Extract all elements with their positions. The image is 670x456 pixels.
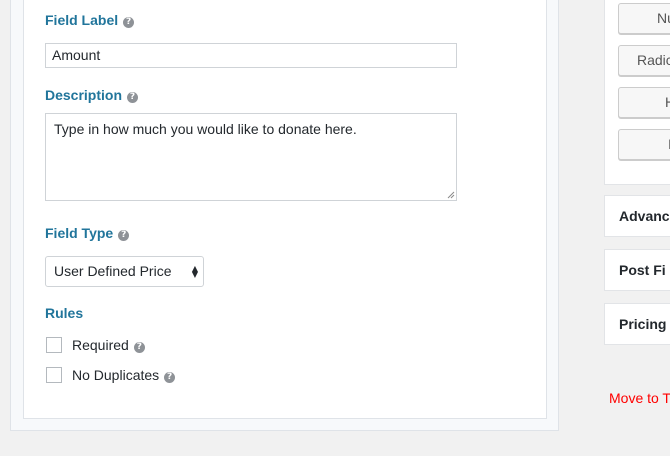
- description-textarea[interactable]: Type in how much you would like to donat…: [45, 113, 457, 201]
- help-icon[interactable]: ?: [123, 17, 135, 28]
- no-duplicates-option[interactable]: No Duplicates?: [72, 366, 176, 384]
- field-type-heading-text: Field Type: [45, 225, 114, 241]
- required-label: Required: [72, 337, 129, 353]
- rules-heading-text: Rules: [45, 305, 84, 321]
- field-type-selected: User Defined Price: [54, 263, 172, 279]
- field-type-select[interactable]: User Defined Price ▲ ▼: [45, 256, 204, 287]
- description-heading-text: Description: [45, 87, 123, 103]
- help-icon[interactable]: ?: [164, 372, 176, 383]
- no-duplicates-label: No Duplicates: [72, 367, 160, 383]
- description-text: Type in how much you would like to donat…: [54, 121, 357, 137]
- description-heading: Description?: [45, 86, 139, 104]
- pricing-fields-section[interactable]: Pricing: [604, 303, 670, 345]
- help-icon[interactable]: ?: [118, 230, 130, 241]
- post-fields-section[interactable]: Post Fi: [604, 249, 670, 291]
- move-to-trash-link[interactable]: Move to T: [609, 389, 670, 407]
- select-arrows-icon: ▲ ▼: [191, 264, 198, 279]
- rules-heading: Rules: [45, 304, 83, 322]
- field-label-heading: Field Label?: [45, 11, 135, 29]
- add-number-field-button[interactable]: Nu: [618, 3, 670, 34]
- advanced-fields-section[interactable]: Advanc: [604, 195, 670, 237]
- resize-grip-icon[interactable]: [447, 191, 455, 199]
- field-label-input[interactable]: Amount: [45, 43, 457, 68]
- add-image-field-button[interactable]: I: [618, 129, 670, 160]
- help-icon[interactable]: ?: [127, 92, 139, 103]
- field-type-heading: Field Type?: [45, 224, 130, 242]
- no-duplicates-checkbox[interactable]: [46, 367, 62, 383]
- required-checkbox[interactable]: [46, 337, 62, 353]
- required-option[interactable]: Required?: [72, 336, 145, 354]
- add-radio-field-button[interactable]: Radic: [618, 45, 670, 76]
- field-label-heading-text: Field Label: [45, 12, 119, 28]
- add-hidden-field-button[interactable]: H: [618, 87, 670, 118]
- help-icon[interactable]: ?: [133, 342, 145, 353]
